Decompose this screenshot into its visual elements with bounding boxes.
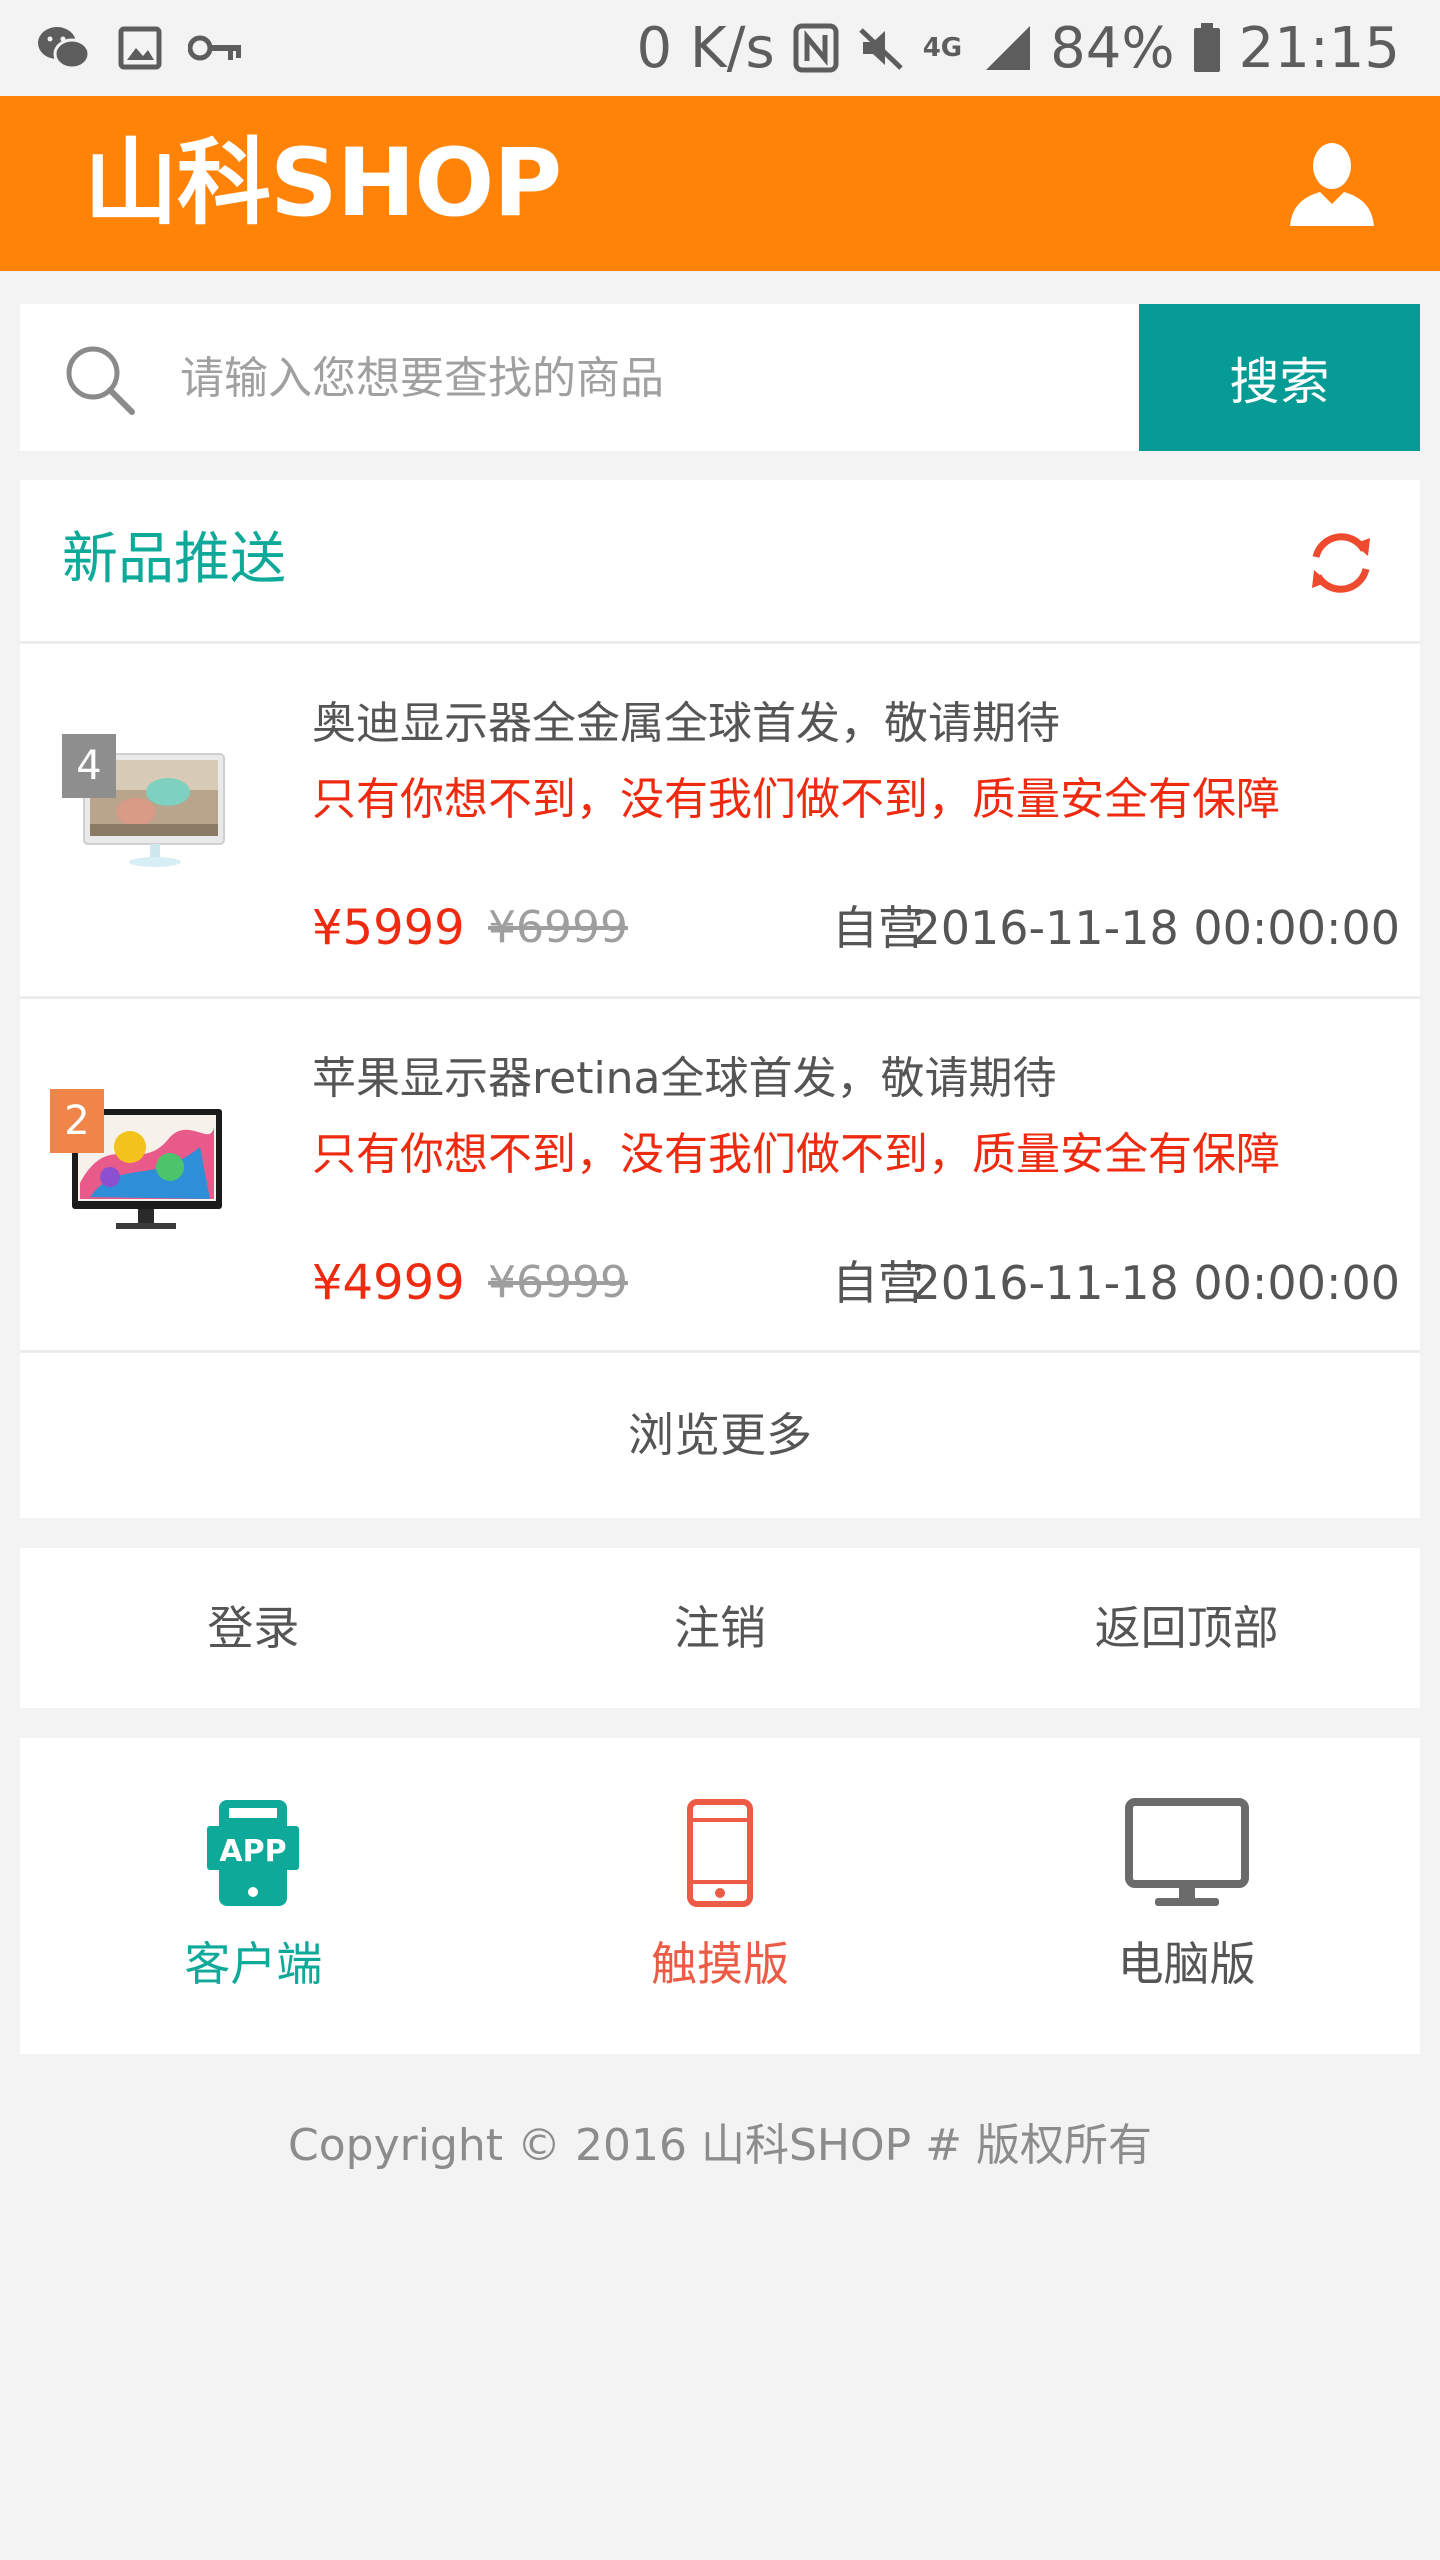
- app-header: 山科SHOP: [0, 96, 1440, 271]
- section-title: 新品推送: [62, 527, 286, 592]
- pc-version-label: 电脑版: [1117, 1937, 1256, 1991]
- clock: 21:15: [1238, 15, 1400, 81]
- app-icon: APP: [207, 1800, 300, 1906]
- touch-version-link[interactable]: 触摸版: [487, 1738, 954, 2054]
- app-title: 山科SHOP: [84, 129, 562, 238]
- desktop-icon: [1124, 1798, 1249, 1906]
- product-date: 2016-11-18 00:00:00: [911, 901, 1400, 955]
- touch-version-label: 触摸版: [651, 1937, 789, 1991]
- status-bar: 0 K/s 4G 84% 21:15: [0, 0, 1440, 96]
- product-title: 苹果显示器retina全球首发，敬请期待: [312, 1053, 1057, 1104]
- product-title: 奥迪显示器全金属全球首发，敬请期待: [312, 698, 1060, 749]
- product-slogan: 只有你想不到，没有我们做不到，质量安全有保障: [312, 1129, 1280, 1180]
- mute-icon: [858, 28, 903, 70]
- gallery-icon: [118, 26, 162, 70]
- nfc-icon: [793, 23, 839, 73]
- search-input[interactable]: [180, 334, 1140, 422]
- version-switcher: APP 客户端 触摸版 电脑版: [20, 1738, 1420, 2054]
- app-version-label: 客户端: [184, 1937, 323, 1991]
- app-version-link[interactable]: APP 客户端: [20, 1738, 487, 2054]
- network-type: 4G: [922, 33, 963, 63]
- new-products-panel: 新品推送 4 奥迪显示器全金属全球首发，敬请期待 只有你想不到，没有我们做不到，…: [20, 480, 1420, 1518]
- browse-more-link[interactable]: 浏览更多: [20, 1352, 1420, 1518]
- back-to-top-link[interactable]: 返回顶部: [953, 1548, 1420, 1708]
- search-icon: [66, 346, 135, 415]
- app-icon-text: APP: [220, 1834, 287, 1869]
- product-item[interactable]: 4 奥迪显示器全金属全球首发，敬请期待 只有你想不到，没有我们做不到，质量安全有…: [20, 644, 1420, 994]
- pc-version-link[interactable]: 电脑版: [953, 1738, 1420, 2054]
- battery-icon: [1193, 23, 1220, 72]
- product-date: 2016-11-18 00:00:00: [911, 1256, 1400, 1310]
- search-bar: 搜索: [20, 304, 1420, 451]
- login-link[interactable]: 登录: [20, 1548, 487, 1708]
- original-price: ¥6999: [488, 1257, 628, 1308]
- network-speed: 0 K/s: [636, 15, 775, 81]
- product-slogan: 只有你想不到，没有我们做不到，质量安全有保障: [312, 774, 1280, 825]
- refresh-icon[interactable]: [1302, 524, 1380, 602]
- user-icon: [1290, 143, 1374, 226]
- product-price: ¥5999: [312, 900, 465, 956]
- app-root: 0 K/s 4G 84% 21:15 山科SHOP 请输入您想要查找的商品 搜索…: [0, 0, 1440, 2560]
- rank-badge: 4: [62, 734, 116, 798]
- wechat-icon: [38, 27, 91, 70]
- original-price: ¥6999: [488, 902, 628, 953]
- product-item[interactable]: 2 苹果显示器retina全球首发，敬请期待 只有你想不到，没有我们做不到，质量…: [20, 999, 1420, 1349]
- footer-links: 登录 注销 返回顶部: [20, 1548, 1420, 1708]
- battery-level: 84%: [1050, 15, 1175, 81]
- signal-icon: [986, 26, 1031, 70]
- seller-label: 自营: [832, 1256, 924, 1310]
- phone-icon: [687, 1799, 753, 1907]
- product-price: ¥4999: [312, 1255, 465, 1311]
- search-button[interactable]: 搜索: [1139, 304, 1420, 451]
- user-button[interactable]: [1284, 136, 1380, 232]
- logout-link[interactable]: 注销: [487, 1548, 954, 1708]
- seller-label: 自营: [832, 901, 924, 955]
- key-icon: [188, 35, 241, 61]
- copyright-text: Copyright © 2016 山科SHOP # 版权所有: [288, 2120, 1152, 2171]
- rank-badge: 2: [50, 1089, 104, 1153]
